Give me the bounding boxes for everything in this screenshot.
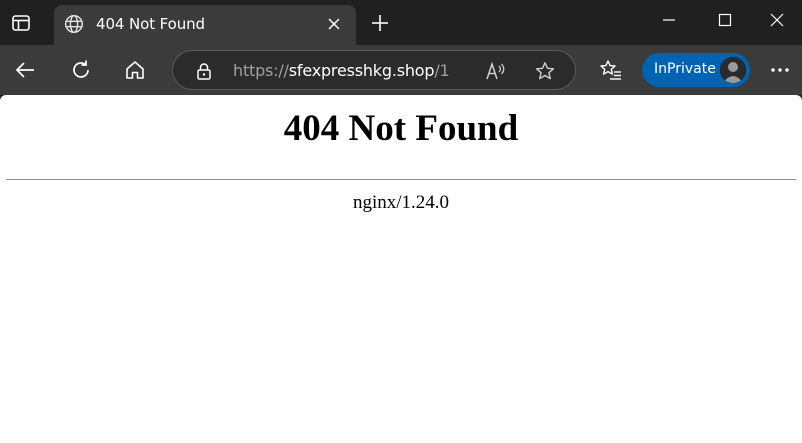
- close-tab-icon[interactable]: [326, 16, 342, 32]
- tab-strip: 404 Not Found: [0, 0, 802, 45]
- tab-title: 404 Not Found: [96, 15, 205, 33]
- inprivate-label: InPrivate: [654, 61, 716, 77]
- url-path: /1: [434, 61, 450, 80]
- url-scheme: https://: [233, 61, 289, 80]
- avatar: [718, 55, 748, 85]
- maximize-button[interactable]: [696, 0, 754, 40]
- page-content: 404 Not Found nginx/1.24.0: [0, 95, 802, 443]
- url-host: sfexpresshkg.shop: [288, 61, 435, 80]
- active-tab[interactable]: 404 Not Found: [54, 5, 356, 45]
- home-button[interactable]: [122, 57, 148, 83]
- back-button[interactable]: [12, 57, 38, 83]
- globe-icon: [64, 14, 84, 34]
- refresh-icon: [73, 60, 89, 78]
- server-info: nginx/1.24.0: [352, 192, 450, 213]
- close-window-button[interactable]: [752, 0, 802, 40]
- new-tab-icon[interactable]: [370, 13, 390, 33]
- minimize-button[interactable]: [640, 0, 698, 40]
- back-arrow-icon: [15, 62, 34, 78]
- favorite-star-icon[interactable]: [535, 61, 555, 81]
- read-aloud-icon[interactable]: [485, 61, 507, 81]
- divider: [6, 179, 796, 180]
- minimize-icon: [663, 19, 675, 21]
- close-window-icon: [770, 13, 784, 27]
- more-options-icon[interactable]: [768, 59, 792, 81]
- inprivate-profile-button[interactable]: InPrivate: [642, 53, 750, 87]
- workspaces-button[interactable]: [8, 10, 34, 36]
- favorites-icon[interactable]: [600, 59, 622, 81]
- refresh-button[interactable]: [68, 57, 94, 83]
- maximize-icon: [718, 13, 732, 27]
- lock-icon[interactable]: [195, 62, 213, 80]
- person-avatar-icon: [720, 57, 746, 83]
- home-icon: [126, 61, 144, 79]
- navigation-toolbar: https://sfexpresshkg.shop/1 InPrivate: [0, 45, 802, 95]
- address-bar[interactable]: https://sfexpresshkg.shop/1: [172, 50, 576, 90]
- page-heading: 404 Not Found: [283, 108, 519, 149]
- url-text[interactable]: https://sfexpresshkg.shop/1: [233, 61, 450, 80]
- workspaces-icon: [12, 15, 30, 31]
